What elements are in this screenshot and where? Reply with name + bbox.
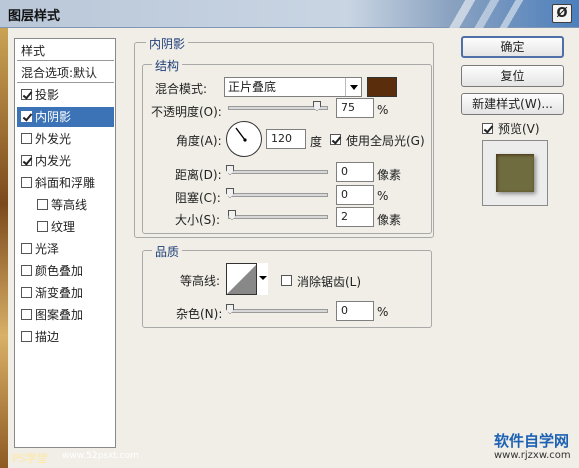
quality-title: 品质 <box>152 243 183 260</box>
distance-input[interactable]: 0 <box>336 162 374 182</box>
title-bar: 图层样式 Ø <box>0 0 579 28</box>
style-item-label: 颜色叠加 <box>35 264 84 278</box>
style-item[interactable]: 图案叠加 <box>17 305 114 325</box>
style-item-label: 内发光 <box>35 154 72 168</box>
blend-options-item[interactable]: 混合选项:默认 <box>17 63 114 83</box>
style-item-label: 图案叠加 <box>35 308 84 322</box>
watermark-left-url: www.52psxt.com <box>62 451 139 461</box>
structure-title: 结构 <box>152 57 183 74</box>
preview-label: 预览(V) <box>498 122 540 136</box>
choke-slider[interactable] <box>228 193 328 197</box>
section-title: 内阴影 <box>146 35 189 52</box>
style-item-label: 内阴影 <box>35 110 72 124</box>
style-item-label: 渐变叠加 <box>35 286 84 300</box>
distance-unit: 像素 <box>377 168 402 182</box>
contour-preview-icon <box>227 264 257 294</box>
chevron-down-icon <box>345 78 361 96</box>
opacity-slider[interactable] <box>228 106 328 110</box>
angle-needle-icon <box>235 127 247 142</box>
shadow-color-swatch[interactable] <box>367 77 397 97</box>
style-checkbox[interactable] <box>21 177 32 188</box>
style-checkbox[interactable] <box>21 111 32 122</box>
contour-label: 等高线: <box>180 274 221 288</box>
global-light-checkbox[interactable] <box>330 134 341 145</box>
style-item[interactable]: 内发光 <box>17 151 114 171</box>
noise-label: 杂色(N): <box>176 307 223 321</box>
style-item[interactable]: 描边 <box>17 327 114 347</box>
angle-unit: 度 <box>310 135 323 149</box>
global-light-label: 使用全局光(G) <box>346 134 425 148</box>
style-checkbox[interactable] <box>21 155 32 166</box>
style-item[interactable]: 渐变叠加 <box>17 283 114 303</box>
style-item-label: 投影 <box>35 88 60 102</box>
choke-label: 阻塞(C): <box>175 191 221 205</box>
style-preview <box>482 140 548 206</box>
style-checkbox[interactable] <box>21 287 32 298</box>
style-item[interactable]: 等高线 <box>17 195 114 215</box>
window-title: 图层样式 <box>8 9 61 24</box>
angle-label: 角度(A): <box>176 134 222 148</box>
style-item[interactable]: 内阴影 <box>17 107 114 127</box>
noise-slider[interactable] <box>228 309 328 313</box>
antialias-label: 消除锯齿(L) <box>297 275 362 289</box>
size-unit: 像素 <box>377 213 402 227</box>
noise-input[interactable]: 0 <box>336 301 374 321</box>
watermark-brand: 软件自学网 <box>494 432 570 450</box>
styles-list: 样式 混合选项:默认 投影内阴影外发光内发光斜面和浮雕等高线纹理光泽颜色叠加渐变… <box>14 38 116 448</box>
style-checkbox[interactable] <box>21 133 32 144</box>
watermark-logo: 软件自学网 www.rjzxw.com <box>480 430 575 464</box>
blend-mode-select[interactable]: 正片叠底 <box>224 77 362 97</box>
opacity-unit: % <box>377 103 389 117</box>
style-item[interactable]: 颜色叠加 <box>17 261 114 281</box>
style-checkbox[interactable] <box>21 309 32 320</box>
style-checkbox[interactable] <box>21 331 32 342</box>
contour-dropdown-arrow[interactable] <box>256 263 268 295</box>
ok-button[interactable]: 确定 <box>461 36 564 58</box>
style-item[interactable]: 斜面和浮雕 <box>17 173 114 193</box>
style-item[interactable]: 纹理 <box>17 217 114 237</box>
style-item[interactable]: 投影 <box>17 85 114 105</box>
watermark-right-url: www.rjzxw.com <box>494 450 571 461</box>
style-checkbox[interactable] <box>21 89 32 100</box>
noise-unit: % <box>377 305 389 319</box>
style-item[interactable]: 外发光 <box>17 129 114 149</box>
preview-checkbox[interactable] <box>482 123 493 134</box>
style-checkbox[interactable] <box>37 199 48 210</box>
reset-button[interactable]: 复位 <box>461 65 564 87</box>
style-item[interactable]: 光泽 <box>17 239 114 259</box>
style-item-label: 外发光 <box>35 132 72 146</box>
choke-input[interactable]: 0 <box>336 185 374 205</box>
angle-input[interactable]: 120 <box>266 129 306 149</box>
style-item-label: 斜面和浮雕 <box>35 176 96 190</box>
angle-dial[interactable] <box>226 121 262 157</box>
close-button[interactable]: Ø <box>552 4 572 23</box>
style-item-label: 光泽 <box>35 242 60 256</box>
background-strip <box>0 28 8 468</box>
style-checkbox[interactable] <box>21 243 32 254</box>
style-checkbox[interactable] <box>37 221 48 232</box>
antialias-checkbox[interactable] <box>281 275 292 286</box>
new-style-button[interactable]: 新建样式(W)... <box>461 93 564 115</box>
opacity-label: 不透明度(O): <box>151 105 222 119</box>
opacity-input[interactable]: 75 <box>336 98 374 118</box>
distance-label: 距离(D): <box>175 168 222 182</box>
choke-unit: % <box>377 189 389 203</box>
styles-header[interactable]: 样式 <box>17 41 114 61</box>
blend-mode-label: 混合模式: <box>155 82 208 96</box>
size-input[interactable]: 2 <box>336 207 374 227</box>
watermark-left: PS学堂 <box>12 452 48 465</box>
title-decoration <box>440 0 550 28</box>
style-checkbox[interactable] <box>21 265 32 276</box>
preview-swatch <box>496 154 534 192</box>
blend-mode-value: 正片叠底 <box>228 80 277 94</box>
size-label: 大小(S): <box>175 213 221 227</box>
style-item-label: 纹理 <box>51 220 76 234</box>
style-item-label: 描边 <box>35 330 60 344</box>
distance-slider[interactable] <box>228 170 328 174</box>
size-slider[interactable] <box>228 215 328 219</box>
style-item-label: 等高线 <box>51 198 88 212</box>
